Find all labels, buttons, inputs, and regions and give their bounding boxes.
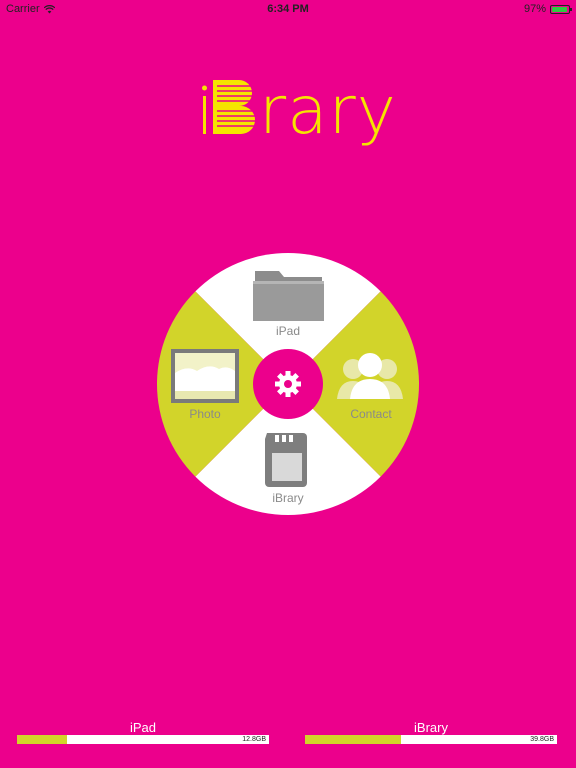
- battery-fill: [552, 6, 568, 12]
- storage-bar: 39.8GB: [305, 735, 557, 744]
- battery-icon: [550, 4, 572, 14]
- storage-ibrary: iBrary 39.8GB: [305, 721, 557, 744]
- storage-bar: 12.8GB: [17, 735, 269, 744]
- storage-label: iPad: [129, 720, 157, 735]
- folder-icon: [253, 271, 324, 321]
- logo-text: rary: [259, 72, 397, 149]
- main-wheel-menu: iPad Photo Contact iBrary: [157, 253, 419, 515]
- wheel-label-photo: Photo: [189, 407, 221, 421]
- settings-button[interactable]: [253, 349, 323, 419]
- wheel-label-contact: Contact: [350, 407, 392, 421]
- storage-size: 12.8GB: [242, 736, 266, 743]
- battery-percent: 97%: [523, 3, 546, 15]
- sd-card-icon: [265, 433, 307, 487]
- status-bar: Carrier 6:34 PM 97%: [0, 0, 576, 18]
- storage-fill: [17, 735, 68, 744]
- storage-label: iBrary: [414, 720, 448, 735]
- storage-ipad: iPad 12.8GB: [17, 721, 269, 744]
- app-logo: rary iBrary: [195, 70, 396, 150]
- storage-size: 39.8GB: [530, 736, 554, 743]
- status-time: 6:34 PM: [267, 3, 309, 15]
- wheel-label-ipad: iPad: [275, 324, 301, 338]
- status-right: 97%: [523, 0, 572, 18]
- wheel-label-ibrary: iBrary: [272, 491, 304, 505]
- gear-icon: [275, 371, 301, 397]
- storage-fill: [305, 735, 401, 744]
- photo-icon: [171, 349, 239, 403]
